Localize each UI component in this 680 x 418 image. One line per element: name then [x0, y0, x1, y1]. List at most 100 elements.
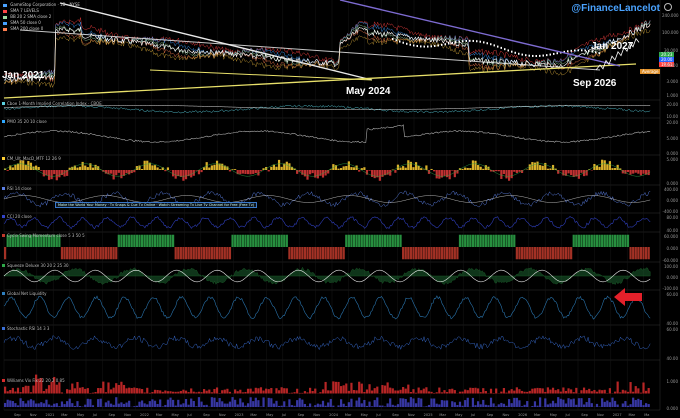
histogram-bar	[174, 391, 177, 394]
histogram-bar	[430, 168, 433, 170]
indicator-pane-label[interactable]: Squeeze Deluxe 30 20 2 25 30	[2, 263, 69, 268]
price-candle	[437, 44, 439, 47]
indicator-pane-label[interactable]: CM_Ult_MacD_MTF 12 26 9	[2, 156, 61, 161]
price-candle	[483, 41, 485, 44]
annotation-jan-2027: Jan 2027	[591, 41, 634, 52]
histogram-bar	[616, 234, 619, 247]
histogram-bar	[4, 402, 7, 407]
indicator-pane-label[interactable]: Global Net Liquidity	[2, 291, 46, 296]
histogram-bar	[280, 405, 283, 407]
pane-scale-tick: 40.00	[666, 356, 678, 361]
histogram-bar	[50, 405, 53, 407]
histogram-bar	[259, 387, 263, 394]
histogram-bar	[133, 387, 136, 394]
histogram-bar	[161, 406, 164, 407]
histogram-bar	[570, 247, 573, 260]
histogram-bar	[590, 234, 593, 247]
histogram-bar	[277, 234, 281, 247]
indicator-legend-0[interactable]: SMA 7 LEVELS	[3, 8, 39, 13]
histogram-bar	[55, 384, 58, 394]
histogram-bar	[350, 234, 353, 247]
histogram-bar	[536, 387, 539, 394]
indicator-pane-label[interactable]: Cycle Swing Momentum close 5 3 50 5	[2, 233, 85, 238]
histogram-bar	[582, 404, 586, 407]
histogram-bar	[84, 247, 87, 260]
histogram-bar	[249, 397, 252, 407]
symbol-title[interactable]: GameStop Corporation · 1D · NYSE	[3, 2, 80, 7]
histogram-bar	[536, 247, 539, 260]
histogram-bar	[311, 170, 314, 174]
indicator-pane-label[interactable]: RSI 14 close	[2, 186, 31, 191]
histogram-bar	[293, 247, 296, 260]
histogram-bar	[559, 391, 562, 394]
histogram-bar	[637, 388, 640, 394]
indicator-pane-label[interactable]: Williams Vix Fix 22 20 2 0.85	[2, 378, 65, 383]
histogram-bar	[510, 170, 513, 179]
histogram-bar	[223, 403, 226, 407]
histogram-bar	[363, 391, 366, 394]
histogram-bar	[342, 166, 345, 170]
pane-scale-tick: 20.00	[666, 120, 678, 125]
histogram-bar	[117, 234, 120, 247]
price-candle	[556, 52, 558, 55]
histogram-bar	[246, 403, 250, 407]
histogram-bar	[146, 404, 149, 407]
histogram-bar	[16, 405, 20, 407]
histogram-bar	[215, 387, 219, 394]
histogram-bar	[277, 405, 281, 407]
histogram-bar	[520, 406, 524, 407]
indicator-legend-1[interactable]: BB 20 2 SMA close 2	[3, 14, 51, 19]
histogram-bar	[409, 391, 412, 394]
pane-scale-tick: 5.000	[666, 157, 678, 162]
histogram-bar	[539, 247, 542, 260]
histogram-bar	[425, 247, 428, 260]
chart-canvas[interactable]	[0, 0, 680, 418]
histogram-bar	[246, 170, 250, 175]
histogram-bar	[590, 403, 593, 407]
price-candle	[584, 49, 586, 52]
histogram-bar	[117, 170, 120, 173]
histogram-bar	[138, 388, 141, 394]
indicator-pane-label[interactable]: PMO 35 20 10 close	[2, 119, 47, 124]
histogram-bar	[626, 234, 630, 247]
histogram-bar	[172, 391, 175, 394]
histogram-bar	[466, 234, 469, 247]
indicator-pane-label[interactable]: Stochastic RSI 14 3 3	[2, 326, 49, 331]
histogram-bar	[484, 391, 487, 394]
histogram-bar	[16, 163, 20, 170]
histogram-bar	[179, 404, 182, 407]
histogram-bar	[159, 390, 162, 394]
settings-icon[interactable]	[664, 3, 672, 11]
histogram-bar	[647, 388, 650, 394]
histogram-bar	[159, 234, 162, 247]
histogram-bar	[358, 170, 361, 172]
histogram-bar	[453, 402, 456, 407]
histogram-bar	[11, 401, 14, 407]
indicator-legend-text: SMA 7 LEVELS	[10, 8, 39, 13]
indicator-color-icon	[2, 264, 5, 267]
pane-scale-tick: 0.000	[666, 275, 678, 280]
histogram-bar	[262, 234, 265, 247]
histogram-bar	[58, 406, 61, 407]
indicator-pane-label[interactable]: Cboe 1-Month Implied Correlation Index ·…	[2, 101, 102, 106]
indicator-legend-2[interactable]: SMA 50 close 0	[3, 20, 41, 25]
price-candle	[598, 52, 600, 55]
histogram-bar	[283, 388, 286, 394]
time-axis-label: May	[549, 413, 557, 417]
indicator-legend-3[interactable]: SMA 200 close 0	[3, 26, 43, 31]
histogram-bar	[433, 247, 436, 260]
histogram-bar	[228, 247, 232, 260]
histogram-bar	[133, 406, 136, 407]
histogram-bar	[479, 404, 482, 407]
histogram-bar	[577, 170, 580, 179]
price-candle	[420, 45, 422, 48]
histogram-bar	[642, 382, 645, 394]
time-axis-label: Jul	[281, 413, 287, 417]
histogram-bar	[634, 386, 637, 394]
histogram-bar	[298, 398, 301, 407]
price-candle	[430, 45, 432, 48]
indicator-pane-label[interactable]: CCI 20 close	[2, 214, 32, 219]
price-candle	[504, 48, 506, 51]
histogram-bar	[564, 403, 568, 407]
histogram-bar	[407, 384, 410, 394]
